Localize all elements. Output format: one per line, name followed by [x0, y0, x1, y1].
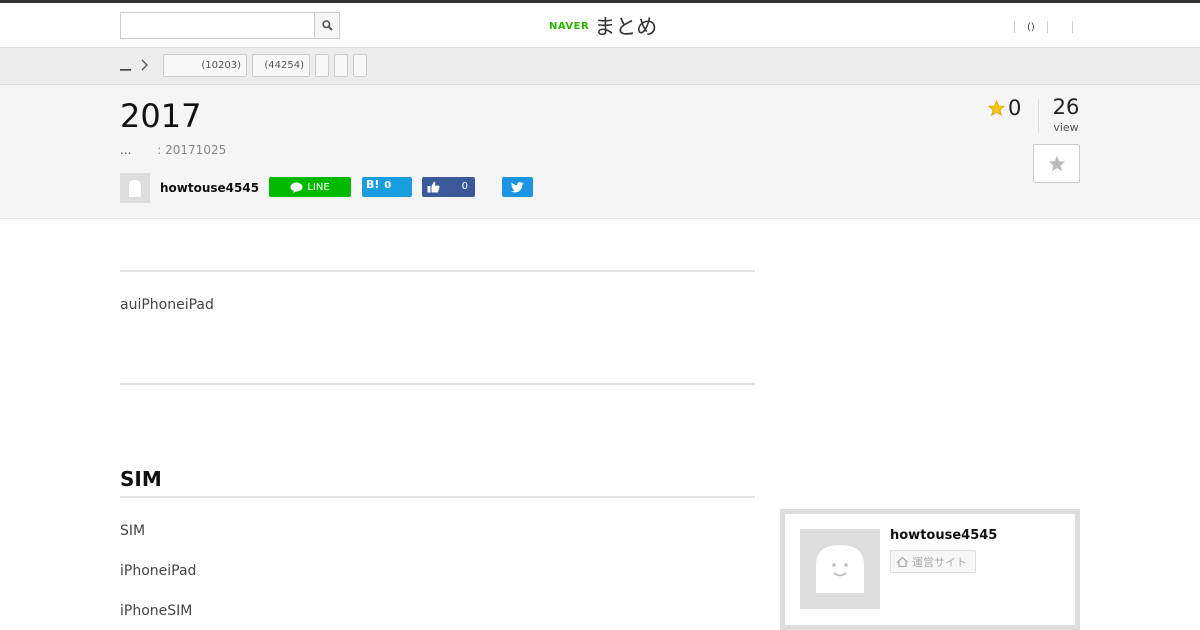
logo-naver-text: NAVER [549, 20, 590, 32]
search-icon [321, 20, 333, 31]
header-divider [1046, 21, 1048, 33]
hatena-bookmark-button[interactable]: B! 0 [362, 177, 412, 197]
content-divider [120, 383, 755, 385]
paragraph: SIM [120, 523, 146, 539]
twitter-bird-icon [511, 181, 524, 192]
header-user-links: () [1014, 20, 1073, 34]
category-tag[interactable] [334, 54, 348, 77]
search-button[interactable] [314, 13, 339, 38]
facebook-like-button[interactable]: 0 [422, 177, 475, 197]
line-share-label: LINE [307, 181, 330, 193]
view-count: 26 [1052, 95, 1080, 119]
default-avatar-icon [129, 180, 141, 197]
hatena-count: 0 [384, 180, 392, 191]
home-icon [897, 556, 908, 567]
header-link[interactable]: () [1015, 22, 1047, 33]
search-input[interactable] [121, 13, 315, 38]
author-profile-card: howtouse4545 運営サイト [780, 509, 1080, 630]
add-favorite-button[interactable] [1033, 144, 1080, 183]
favorite-count-number: 0 [1008, 96, 1022, 120]
favorite-count: 0 [988, 96, 1021, 120]
intro-text: auiPhoneiPad [120, 297, 214, 313]
operating-site-button[interactable]: 運営サイト [890, 550, 976, 573]
star-icon [988, 100, 1005, 116]
profile-avatar[interactable] [800, 529, 880, 609]
default-avatar-icon [816, 545, 864, 593]
author-name-link[interactable]: howtouse4545 [160, 181, 259, 195]
thumbs-up-icon [427, 181, 440, 193]
paragraph: iPhoneSIM [120, 603, 193, 619]
article-meta: ... : 20171025 [120, 143, 226, 157]
article-header: 2017 ... : 20171025 howtouse4545 LINE B!… [0, 85, 1200, 219]
star-outline-icon [1048, 155, 1065, 172]
operating-site-label: 運営サイト [912, 555, 967, 569]
author-avatar[interactable] [120, 173, 150, 203]
content-divider [120, 270, 755, 272]
category-tag[interactable]: (10203) [163, 54, 247, 77]
category-tag[interactable] [353, 54, 367, 77]
header-divider [1071, 21, 1073, 33]
meta-prefix: ... [120, 143, 132, 157]
profile-name-link[interactable]: howtouse4545 [890, 528, 997, 543]
page-title: 2017 [120, 97, 202, 135]
section-heading-underline [120, 496, 755, 498]
category-tag[interactable] [315, 54, 329, 77]
updated-date: : 20171025 [157, 143, 227, 157]
line-share-button[interactable]: LINE [269, 177, 351, 197]
search-box [120, 12, 340, 39]
chevron-right-icon [141, 59, 148, 71]
paragraph: iPhoneiPad [120, 563, 197, 579]
section-heading: SIM [120, 467, 162, 491]
breadcrumb-home-link[interactable]: __ [120, 58, 131, 71]
site-header: NAVER まとめ () [0, 0, 1200, 48]
breadcrumb-bar: __ (10203) (44254) [0, 48, 1200, 85]
view-count-label: view [1053, 121, 1079, 134]
line-icon [290, 182, 303, 193]
category-tag[interactable]: (44254) [252, 54, 310, 77]
naver-matome-logo[interactable]: NAVER まとめ [549, 13, 657, 39]
twitter-share-button[interactable] [502, 177, 533, 197]
hatena-icon: B! [366, 178, 380, 191]
logo-matome-text: まとめ [594, 15, 658, 39]
facebook-like-count: 0 [461, 181, 468, 192]
